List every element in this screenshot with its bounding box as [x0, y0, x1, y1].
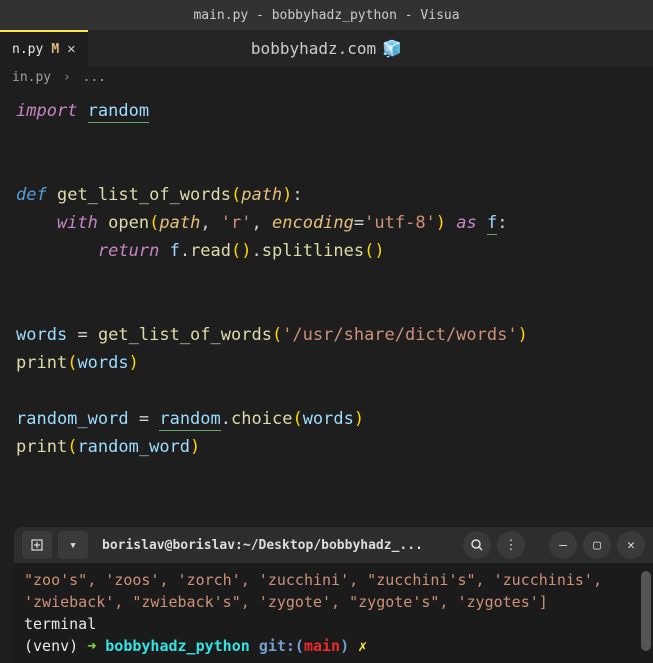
new-tab-button[interactable]: [22, 531, 52, 559]
watermark: bobbyhadz.com 🧊: [251, 39, 402, 58]
breadcrumb-file: in.py: [12, 70, 51, 85]
breadcrumb[interactable]: in.py › ...: [0, 66, 653, 89]
menu-button[interactable]: ⋮: [497, 531, 525, 559]
prompt-line: (venv) ➜ bobbyhadz_python git:(main) ✗: [24, 635, 643, 657]
minimize-button[interactable]: —: [549, 531, 577, 559]
dropdown-button[interactable]: ▾: [58, 531, 88, 559]
window-title-bar: main.py - bobbyhadz_python - Visua: [0, 0, 653, 30]
close-icon: ✕: [627, 538, 635, 553]
terminal-title: borislav@borislav:~/Desktop/bobbyhadz_..…: [94, 538, 457, 553]
terminal-output[interactable]: "zoo's", 'zoos', 'zorch', 'zucchini', "z…: [14, 563, 653, 663]
minimize-icon: —: [559, 538, 567, 553]
kebab-icon: ⋮: [505, 538, 518, 553]
editor-tab-bar: n.py M ✕ bobbyhadz.com 🧊: [0, 30, 653, 66]
window-title: main.py - bobbyhadz_python - Visua: [193, 8, 459, 23]
close-button[interactable]: ✕: [617, 531, 645, 559]
maximize-button[interactable]: ▢: [583, 531, 611, 559]
chevron-down-icon: ▾: [69, 538, 77, 553]
code-editor[interactable]: import random def get_list_of_words(path…: [0, 89, 653, 469]
cube-icon: 🧊: [382, 39, 402, 58]
terminal-scrollbar[interactable]: [641, 571, 651, 651]
search-icon: [470, 538, 484, 552]
plus-icon: [30, 538, 44, 552]
chevron-right-icon: ›: [63, 70, 71, 85]
tab-main-py[interactable]: n.py M ✕: [0, 30, 88, 66]
terminal-panel: ▾ borislav@borislav:~/Desktop/bobbyhadz_…: [14, 527, 653, 663]
output-line: "zoo's", 'zoos', 'zorch', 'zucchini', "z…: [24, 569, 643, 613]
breadcrumb-rest: ...: [83, 70, 106, 85]
tab-filename: n.py: [12, 42, 43, 57]
output-line: terminal: [24, 613, 643, 635]
tab-modified-indicator: M: [51, 42, 59, 57]
close-icon[interactable]: ✕: [67, 41, 75, 57]
maximize-icon: ▢: [593, 538, 601, 553]
search-button[interactable]: [463, 531, 491, 559]
terminal-header: ▾ borislav@borislav:~/Desktop/bobbyhadz_…: [14, 527, 653, 563]
